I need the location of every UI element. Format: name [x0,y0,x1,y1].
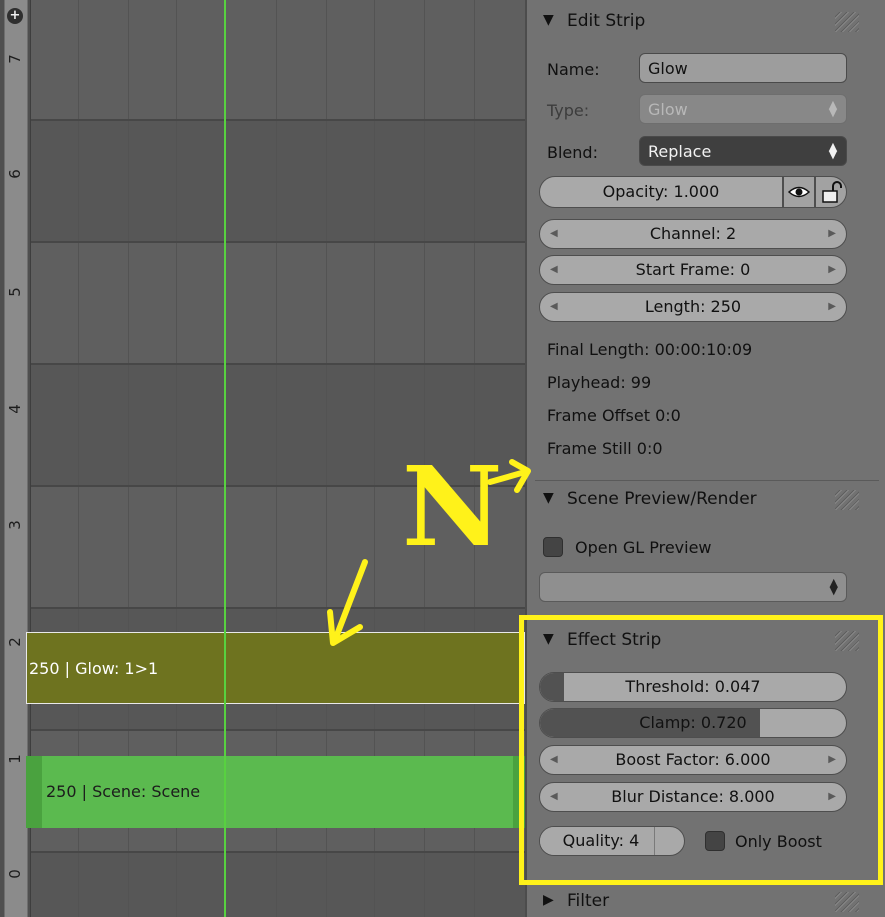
annotation-arrows [327,459,531,646]
sequencer-editor: + 7 6 5 4 3 2 1 0 250 | Glow: 1>1 250 | … [0,0,885,917]
